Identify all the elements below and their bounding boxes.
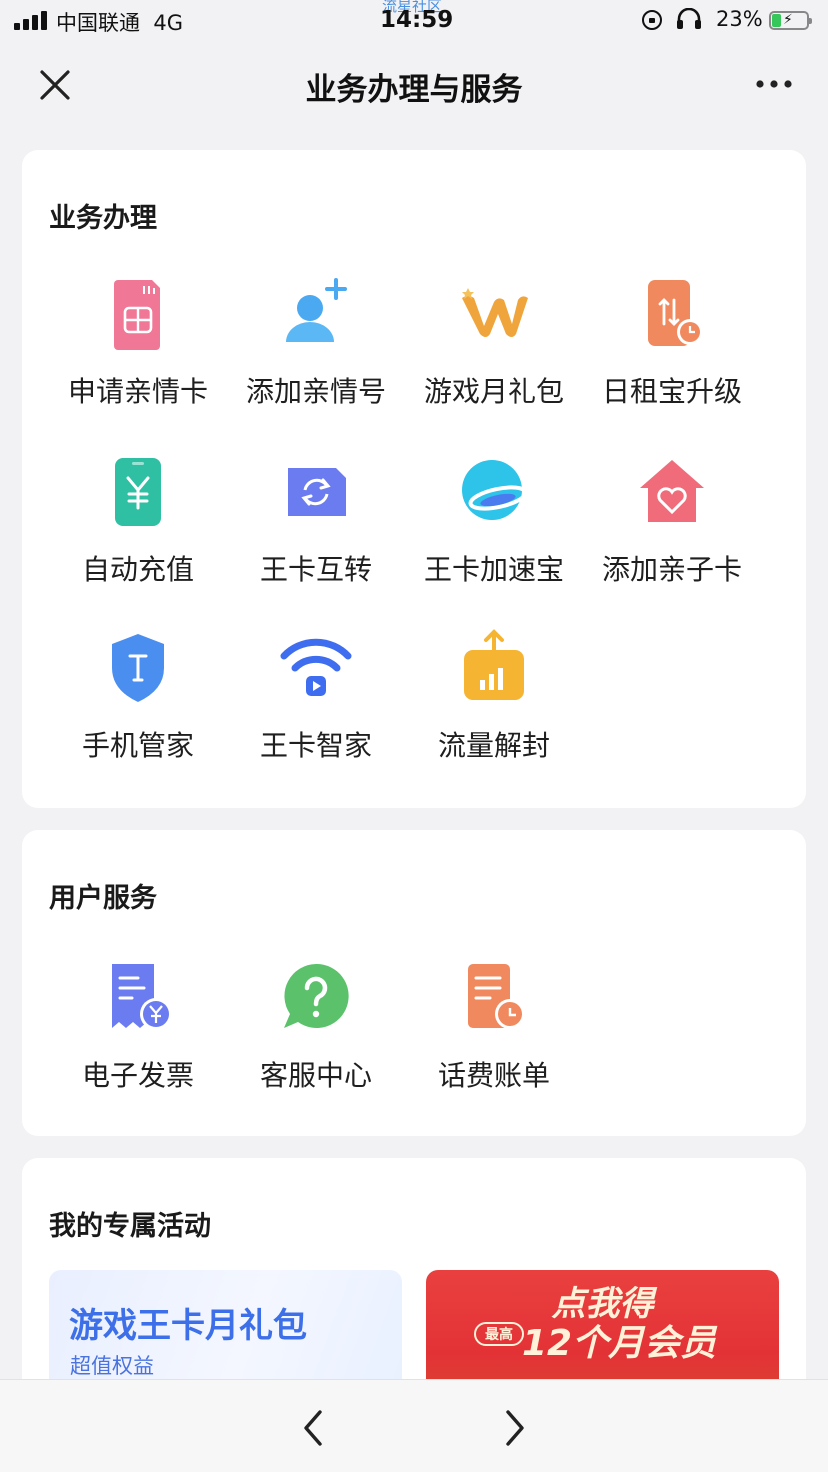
grid-item-daily-rent-upgrade[interactable]: 日租宝升级 <box>583 274 761 424</box>
shield-icon <box>112 634 164 702</box>
bottom-nav-bar <box>0 1379 828 1472</box>
grid-item-label: 王卡互转 <box>259 553 372 586</box>
phone-yen-icon <box>115 458 161 526</box>
invoice-icon <box>112 964 172 1030</box>
grid-item-phone-bill[interactable]: 话费账单 <box>405 958 583 1108</box>
wifi-icon <box>280 638 352 696</box>
add-contact-icon <box>286 278 347 342</box>
battery-charging-icon: ⚡ <box>769 11 812 30</box>
grid-item-smart-home[interactable]: 王卡智家 <box>227 628 405 778</box>
heart-house-icon <box>640 460 704 522</box>
battery-percent: 23% <box>716 7 763 31</box>
grid-item-label: 添加亲情号 <box>245 375 386 408</box>
grid-item-card-transfer[interactable]: 王卡互转 <box>227 452 405 602</box>
grid-item-label: 手机管家 <box>81 729 194 762</box>
help-bubble-icon <box>284 963 349 1028</box>
business-card: 业务办理 申请亲情卡 添加亲情号 游戏月礼包 日租宝升级 自动充值 王卡互转 王… <box>22 150 806 808</box>
business-section-title: 业务办理 <box>49 203 157 234</box>
grid-item-add-family-number[interactable]: 添加亲情号 <box>227 274 405 424</box>
status-bar: 中国联通 4G 流星社区 14:59 23% ⚡ <box>0 0 828 44</box>
grid-item-e-invoice[interactable]: 电子发票 <box>49 958 227 1108</box>
grid-item-auto-recharge[interactable]: 自动充值 <box>49 452 227 602</box>
orientation-lock-icon <box>642 10 662 30</box>
user-services-section-title: 用户服务 <box>49 883 157 914</box>
activities-section-title: 我的专属活动 <box>49 1211 211 1242</box>
headphones-icon <box>677 8 701 29</box>
grid-item-label: 王卡加速宝 <box>423 553 564 586</box>
chevron-left-icon[interactable] <box>296 1408 330 1448</box>
grid-item-add-child-card[interactable]: 添加亲子卡 <box>583 452 761 602</box>
grid-item-label: 话费账单 <box>437 1059 550 1092</box>
data-unlock-icon <box>464 629 524 700</box>
grid-item-label: 游戏月礼包 <box>423 375 564 408</box>
grid-item-label: 王卡智家 <box>259 729 372 762</box>
grid-item-label: 客服中心 <box>259 1059 372 1092</box>
game-w-icon <box>462 288 528 337</box>
banner-subtitle: 超值权益 <box>70 1354 154 1378</box>
planet-icon <box>462 460 528 520</box>
network-type: 4G <box>153 11 183 35</box>
grid-item-phone-manager[interactable]: 手机管家 <box>49 628 227 778</box>
grid-item-label: 流量解封 <box>437 729 550 762</box>
page-title: 业务办理与服务 <box>305 72 523 108</box>
bill-icon <box>468 964 525 1029</box>
chevron-right-icon[interactable] <box>498 1408 532 1448</box>
nav-bar: 业务办理与服务 <box>0 44 828 128</box>
grid-item-data-unlock[interactable]: 流量解封 <box>405 628 583 778</box>
grid-item-family-card[interactable]: 申请亲情卡 <box>49 274 227 424</box>
status-time: 14:59 <box>380 7 454 33</box>
banner-badge: 最高 <box>474 1322 524 1346</box>
banner-subtitle: 12个月会员 <box>522 1323 717 1364</box>
grid-item-label: 自动充值 <box>81 553 194 586</box>
banner-title: 游戏王卡月礼包 <box>69 1306 307 1346</box>
grid-item-label: 添加亲子卡 <box>601 553 742 586</box>
card-transfer-icon <box>288 468 346 516</box>
grid-item-label: 日租宝升级 <box>601 375 742 408</box>
carrier-label: 中国联通 4G <box>56 11 183 35</box>
phone-upgrade-icon <box>648 280 703 346</box>
user-services-card: 用户服务 电子发票 客服中心 话费账单 <box>22 830 806 1136</box>
signal-icon <box>14 10 47 30</box>
grid-item-customer-service[interactable]: 客服中心 <box>227 958 405 1108</box>
grid-item-label: 电子发票 <box>81 1059 194 1092</box>
grid-item-label: 申请亲情卡 <box>67 375 208 408</box>
grid-item-game-gift[interactable]: 游戏月礼包 <box>405 274 583 424</box>
grid-item-accelerator[interactable]: 王卡加速宝 <box>405 452 583 602</box>
more-icon[interactable] <box>752 64 796 104</box>
sim-card-icon <box>114 280 160 350</box>
